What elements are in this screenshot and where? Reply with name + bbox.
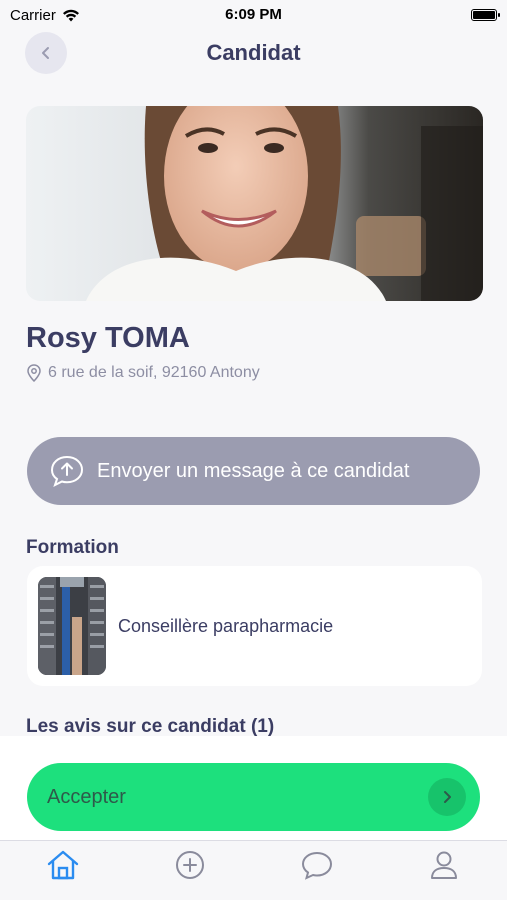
- formation-label: Conseillère parapharmacie: [118, 615, 334, 636]
- formation-section-title: Formation: [26, 537, 119, 558]
- chat-upload-icon: [49, 455, 85, 487]
- send-message-button[interactable]: Envoyer un message à ce candidat: [27, 437, 480, 505]
- accept-label: Accepter: [47, 785, 126, 808]
- home-icon: [48, 850, 79, 880]
- send-message-label: Envoyer un message à ce candidat: [97, 459, 410, 482]
- tab-profile[interactable]: [414, 847, 474, 883]
- candidate-name: Rosy TOMA: [26, 322, 190, 354]
- chevron-right-icon: [428, 778, 466, 816]
- status-time: 6:09 PM: [225, 6, 282, 23]
- reviews-section-title: Les avis sur ce candidat (1): [26, 716, 275, 737]
- formation-image: [38, 577, 106, 675]
- address-text: 6 rue de la soif, 92160 Antony: [48, 364, 260, 381]
- candidate-address: 6 rue de la soif, 92160 Antony: [26, 364, 260, 382]
- tab-bar: [0, 840, 507, 900]
- tab-messages[interactable]: [287, 847, 347, 883]
- battery-icon: [471, 9, 500, 21]
- status-bar: Carrier 6:09 PM: [0, 0, 507, 30]
- tab-home[interactable]: [33, 847, 93, 883]
- plus-circle-icon: [176, 851, 205, 879]
- formation-card[interactable]: Conseillère parapharmacie: [27, 566, 482, 686]
- user-icon: [430, 851, 457, 879]
- location-pin-icon: [27, 364, 41, 382]
- accept-button[interactable]: Accepter: [27, 763, 480, 831]
- chat-bubble-icon: [301, 851, 332, 880]
- candidate-photo: [26, 106, 483, 301]
- nav-header: Candidat: [0, 30, 507, 76]
- page-title: Candidat: [206, 40, 301, 65]
- tab-add[interactable]: [160, 847, 220, 883]
